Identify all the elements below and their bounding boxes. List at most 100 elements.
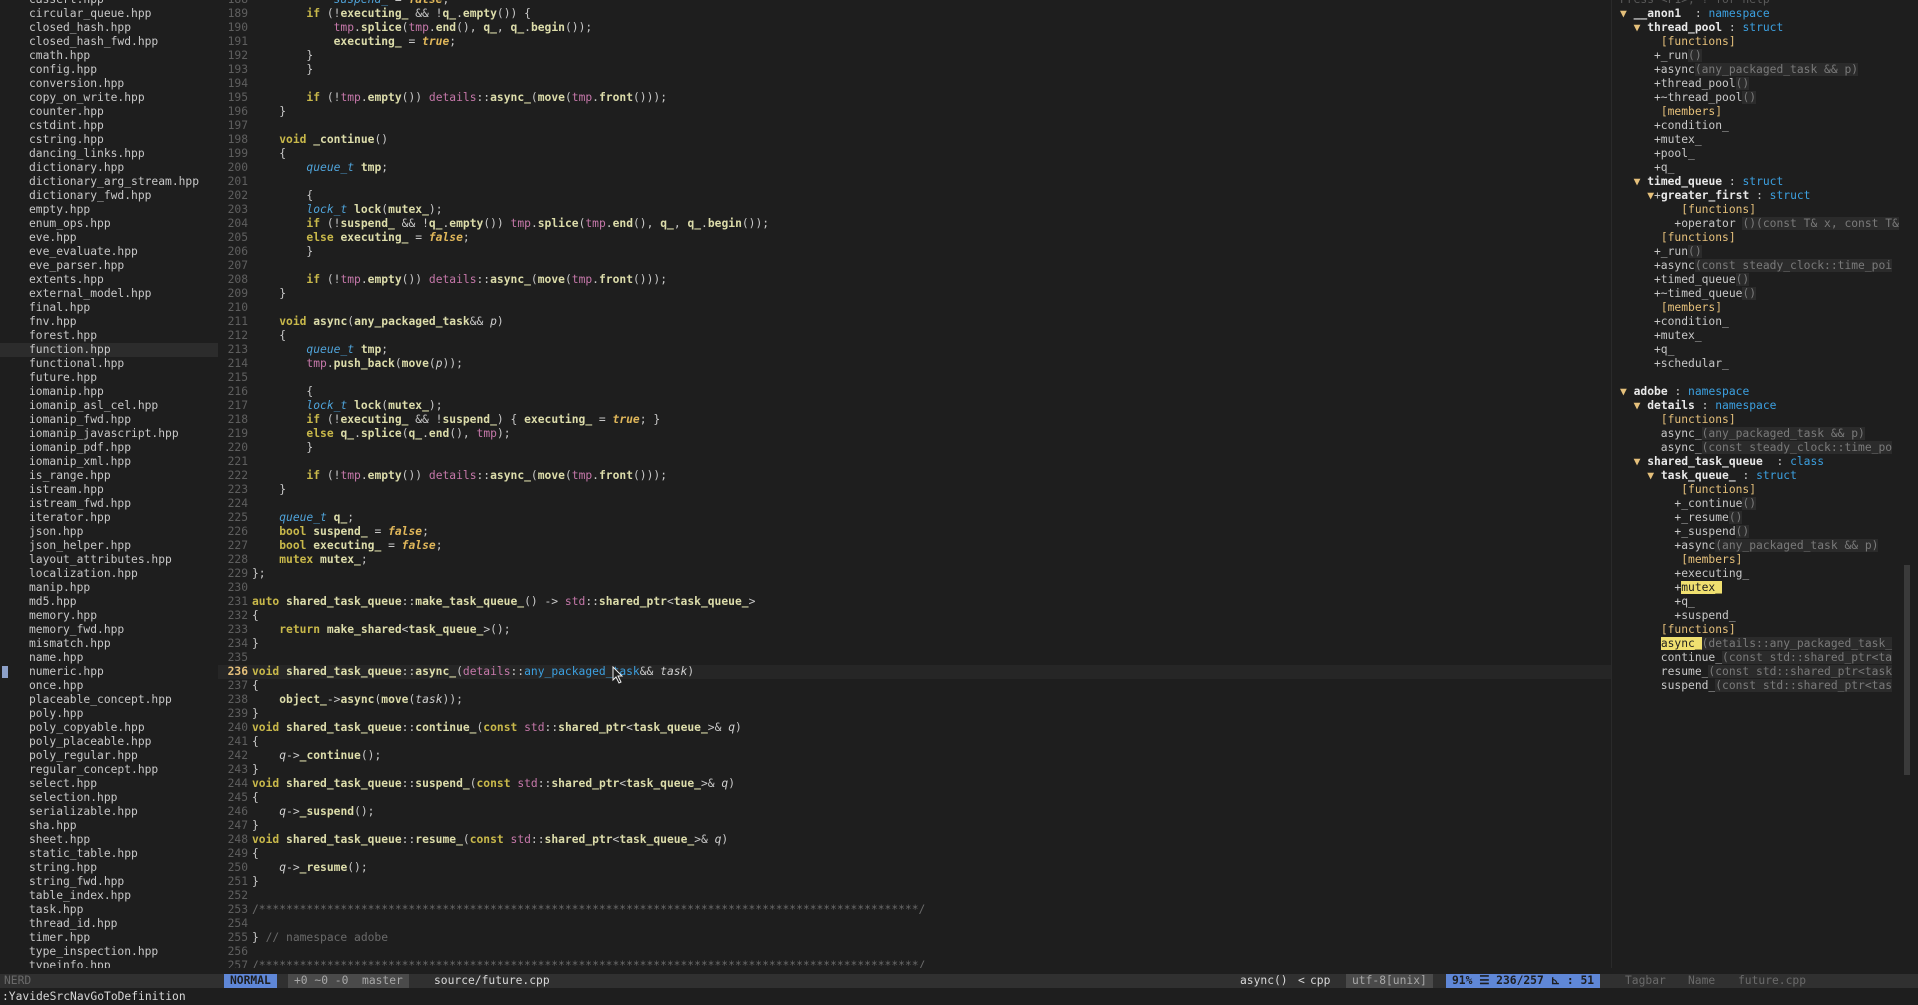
- tag-item[interactable]: +async(any_packaged_task && p): [1612, 539, 1918, 553]
- code-line[interactable]: 192 }: [218, 49, 1611, 63]
- code-line[interactable]: 249 {: [218, 847, 1611, 861]
- file-item[interactable]: config.hpp: [0, 63, 218, 77]
- file-item[interactable]: type_inspection.hpp: [0, 945, 218, 959]
- code-line[interactable]: 209 }: [218, 287, 1611, 301]
- tag-item[interactable]: async_(details::any_packaged_task_: [1612, 637, 1918, 651]
- tag-item[interactable]: +mutex_: [1612, 581, 1918, 595]
- file-item[interactable]: select.hpp: [0, 777, 218, 791]
- file-item[interactable]: cmath.hpp: [0, 49, 218, 63]
- file-item[interactable]: dictionary_fwd.hpp: [0, 189, 218, 203]
- code-line[interactable]: 193 }: [218, 63, 1611, 77]
- file-item[interactable]: extents.hpp: [0, 273, 218, 287]
- file-item[interactable]: iomanip_xml.hpp: [0, 455, 218, 469]
- code-line[interactable]: 229};: [218, 567, 1611, 581]
- file-item[interactable]: placeable_concept.hpp: [0, 693, 218, 707]
- code-line[interactable]: 257 /************************************…: [218, 959, 1611, 968]
- code-line[interactable]: 216 {: [218, 385, 1611, 399]
- code-line[interactable]: 199 {: [218, 147, 1611, 161]
- code-line[interactable]: 201: [218, 175, 1611, 189]
- file-item[interactable]: istream.hpp: [0, 483, 218, 497]
- tag-item[interactable]: ▼ details : namespace: [1612, 399, 1918, 413]
- code-line[interactable]: 255} // namespace adobe: [218, 931, 1611, 945]
- file-item[interactable]: iomanip_fwd.hpp: [0, 413, 218, 427]
- file-item[interactable]: dictionary.hpp: [0, 161, 218, 175]
- code-line[interactable]: 228 mutex mutex_;: [218, 553, 1611, 567]
- file-item[interactable]: fnv.hpp: [0, 315, 218, 329]
- file-item[interactable]: once.hpp: [0, 679, 218, 693]
- file-item[interactable]: circular_queue.hpp: [0, 7, 218, 21]
- file-item[interactable]: cstdint.hpp: [0, 119, 218, 133]
- code-line[interactable]: 213 queue_t tmp;: [218, 343, 1611, 357]
- code-line[interactable]: 200 queue_t tmp;: [218, 161, 1611, 175]
- code-line[interactable]: 240 void shared_task_queue::continue_(con…: [218, 721, 1611, 735]
- code-line[interactable]: 188 suspend_ = false;: [218, 0, 1611, 7]
- file-item[interactable]: empty.hpp: [0, 203, 218, 217]
- tag-item[interactable]: +mutex_: [1612, 133, 1918, 147]
- tag-item[interactable]: [members]: [1612, 553, 1918, 567]
- file-item[interactable]: sheet.hpp: [0, 833, 218, 847]
- code-line[interactable]: 198 void _continue(): [218, 133, 1611, 147]
- code-line[interactable]: 238 object_->async(move(task));: [218, 693, 1611, 707]
- code-line[interactable]: 206 }: [218, 245, 1611, 259]
- tag-item[interactable]: resume_(const std::shared_ptr<task: [1612, 665, 1918, 679]
- file-item[interactable]: istream_fwd.hpp: [0, 497, 218, 511]
- code-line[interactable]: 221: [218, 455, 1611, 469]
- tag-item[interactable]: [functions]: [1612, 623, 1918, 637]
- file-item[interactable]: sha.hpp: [0, 819, 218, 833]
- tag-item[interactable]: +_suspend(): [1612, 525, 1918, 539]
- code-line[interactable]: 251}: [218, 875, 1611, 889]
- tag-item[interactable]: [members]: [1612, 105, 1918, 119]
- tag-item[interactable]: +timed_queue(): [1612, 273, 1918, 287]
- file-item[interactable]: iomanip_javascript.hpp: [0, 427, 218, 441]
- code-line[interactable]: 231 auto shared_task_queue::make_task_que…: [218, 595, 1611, 609]
- tag-item[interactable]: +_run(): [1612, 49, 1918, 63]
- code-line[interactable]: 203 lock_t lock(mutex_);: [218, 203, 1611, 217]
- file-item[interactable]: eve_parser.hpp: [0, 259, 218, 273]
- file-item[interactable]: selection.hpp: [0, 791, 218, 805]
- code-line[interactable]: 241 {: [218, 735, 1611, 749]
- tag-item[interactable]: +mutex_: [1612, 329, 1918, 343]
- file-item[interactable]: memory_fwd.hpp: [0, 623, 218, 637]
- tag-item[interactable]: [functions]: [1612, 203, 1918, 217]
- code-line[interactable]: 207: [218, 259, 1611, 273]
- tag-item[interactable]: async_(const steady_clock::time_po: [1612, 441, 1918, 455]
- code-line[interactable]: 236 void shared_task_queue::async_(detail…: [218, 665, 1611, 679]
- file-item[interactable]: conversion.hpp: [0, 77, 218, 91]
- file-item[interactable]: numeric.hpp: [0, 665, 218, 679]
- file-item[interactable]: iterator.hpp: [0, 511, 218, 525]
- code-line[interactable]: 242 q->_continue();: [218, 749, 1611, 763]
- tag-item[interactable]: +thread_pool(): [1612, 77, 1918, 91]
- code-line[interactable]: 197: [218, 119, 1611, 133]
- tagbar-scrollbar[interactable]: [1904, 565, 1910, 775]
- code-line[interactable]: 189 if (!executing_ && !q_.empty()) {: [218, 7, 1611, 21]
- tag-item[interactable]: +~thread_pool(): [1612, 91, 1918, 105]
- file-item[interactable]: eve_evaluate.hpp: [0, 245, 218, 259]
- tag-item[interactable]: [functions]: [1612, 231, 1918, 245]
- code-line[interactable]: 217 lock_t lock(mutex_);: [218, 399, 1611, 413]
- code-line[interactable]: 191 executing_ = true;: [218, 35, 1611, 49]
- code-line[interactable]: 194: [218, 77, 1611, 91]
- tag-item[interactable]: [1612, 371, 1918, 385]
- tag-item[interactable]: ▼ shared_task_queue : class: [1612, 455, 1918, 469]
- file-item[interactable]: cassert.hpp: [0, 0, 218, 7]
- file-item[interactable]: future.hpp: [0, 371, 218, 385]
- file-item[interactable]: closed_hash_fwd.hpp: [0, 35, 218, 49]
- code-line[interactable]: 239}: [218, 707, 1611, 721]
- command-line[interactable]: :YavideSrcNavGoToDefinition: [0, 988, 1918, 1005]
- tag-item[interactable]: +q_: [1612, 343, 1918, 357]
- code-line[interactable]: 233 return make_shared<task_queue_>();: [218, 623, 1611, 637]
- file-item[interactable]: serializable.hpp: [0, 805, 218, 819]
- code-line[interactable]: 215: [218, 371, 1611, 385]
- tag-item[interactable]: ▼ adobe : namespace: [1612, 385, 1918, 399]
- tag-item[interactable]: [functions]: [1612, 483, 1918, 497]
- tag-item[interactable]: async_(any_packaged_task && p): [1612, 427, 1918, 441]
- code-line[interactable]: 224: [218, 497, 1611, 511]
- file-item[interactable]: thread_id.hpp: [0, 917, 218, 931]
- file-item[interactable]: poly_placeable.hpp: [0, 735, 218, 749]
- file-item[interactable]: name.hpp: [0, 651, 218, 665]
- file-item[interactable]: timer.hpp: [0, 931, 218, 945]
- file-item[interactable]: static_table.hpp: [0, 847, 218, 861]
- code-line[interactable]: 234}: [218, 637, 1611, 651]
- tag-item[interactable]: [functions]: [1612, 413, 1918, 427]
- tag-item[interactable]: suspend_(const std::shared_ptr<tas: [1612, 679, 1918, 693]
